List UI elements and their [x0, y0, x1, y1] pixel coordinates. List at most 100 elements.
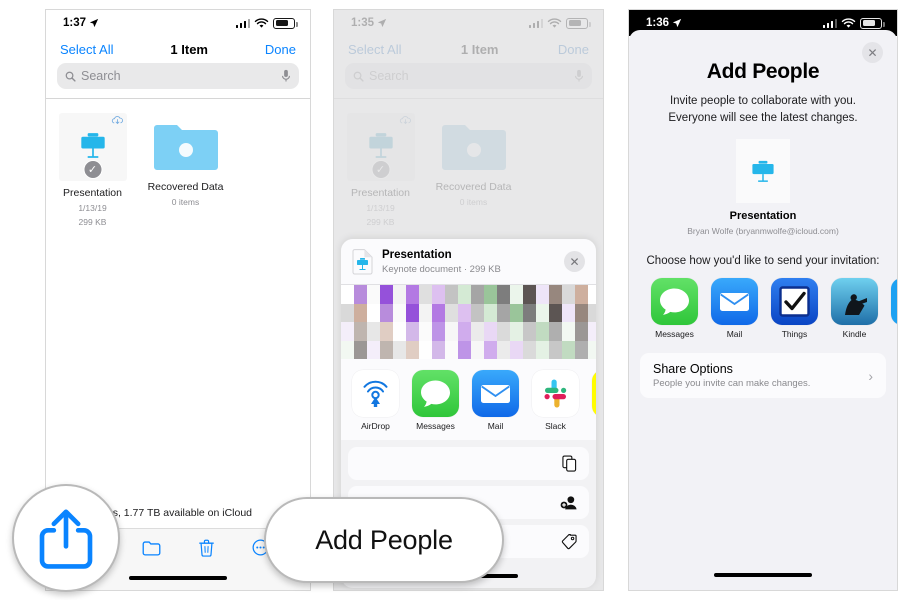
wifi-icon: [254, 17, 269, 28]
app-label: Things: [781, 329, 808, 340]
redacted-pixel-column: [484, 285, 497, 359]
app-label: Messages: [655, 329, 694, 340]
contacts-row-blurred: [341, 285, 596, 359]
redacted-pixel-column: [367, 285, 380, 359]
twitter-icon: [891, 278, 897, 326]
close-icon[interactable]: ✕: [862, 42, 883, 63]
tag-icon: [561, 533, 577, 549]
folder-icon[interactable]: [142, 540, 161, 556]
redacted-pixel-column: [432, 285, 445, 359]
location-arrow-icon: [672, 18, 682, 28]
search-icon: [65, 71, 76, 82]
things-icon: [771, 278, 818, 326]
app-label: Mail: [726, 329, 743, 340]
app-label: Slack: [545, 421, 566, 431]
file-name: Presentation: [63, 187, 122, 199]
invite-app-things[interactable]: Things: [771, 278, 818, 339]
callout-text: Add People: [315, 524, 453, 555]
file-item-presentation[interactable]: ✓ Presentation 1/13/19 299 KB: [46, 113, 139, 229]
keynote-icon: [80, 133, 105, 158]
battery-icon: [860, 17, 885, 29]
status-time: 1:37: [63, 17, 87, 29]
document-name: Presentation: [729, 210, 797, 223]
invitation-app-row: Messages Mail Things Kindle: [629, 267, 897, 339]
redacted-pixel-column: [562, 285, 575, 359]
redacted-pixel-column: [510, 285, 523, 359]
snapchat-icon: [592, 370, 596, 417]
callout-add-people-label: Add People: [264, 497, 504, 583]
app-label: Kindle: [842, 329, 867, 340]
item-count-title: 1 Item: [170, 42, 208, 57]
redacted-pixel-column: [549, 285, 562, 359]
share-doc-subtitle: Keynote document · 299 KB: [382, 264, 501, 275]
messages-icon: [412, 370, 459, 417]
app-label: AirDrop: [361, 421, 390, 431]
keynote-document-icon: [352, 248, 373, 275]
app-label: Mail: [487, 421, 504, 431]
chevron-right-icon: ›: [868, 367, 873, 384]
redacted-pixel-column: [497, 285, 510, 359]
share-app-snapchat[interactable]: Sn: [592, 370, 596, 431]
file-name: Recovered Data: [147, 181, 224, 193]
files-nav-bar: Select All 1 Item Done: [46, 36, 310, 61]
redacted-pixel-column: [575, 285, 588, 359]
file-item-recovered-data[interactable]: Recovered Data 0 items: [139, 113, 232, 229]
document-owner: Bryan Wolfe (bryanmwolfe@icloud.com): [687, 226, 839, 237]
icloud-download-icon: [111, 116, 123, 125]
status-time: 1:36: [646, 17, 670, 29]
phone-screen-add-people: 1:36 ✕ Add People Invite people to colla…: [628, 9, 898, 591]
file-thumbnail: ✓: [58, 113, 127, 181]
search-container: Search: [46, 61, 310, 98]
app-label: T: [891, 329, 897, 339]
redacted-pixel-column: [588, 285, 596, 359]
app-label: Sn: [592, 421, 596, 431]
add-people-icon: [560, 496, 577, 510]
app-label: Messages: [416, 421, 455, 431]
select-all-button[interactable]: Select All: [60, 42, 113, 57]
file-grid: ✓ Presentation 1/13/19 299 KB Recovered …: [46, 99, 310, 229]
close-icon[interactable]: ✕: [564, 251, 585, 273]
share-app-messages[interactable]: Messages: [412, 370, 459, 431]
trash-icon[interactable]: [199, 539, 214, 557]
slack-icon: [532, 370, 579, 417]
search-placeholder: Search: [81, 69, 121, 83]
invite-app-twitter[interactable]: T: [891, 278, 897, 339]
battery-icon: [273, 17, 298, 29]
callout-share-button: [12, 484, 120, 592]
screenshot-stage: 1:37 Select All 1 Item Done Search ✓ Pre…: [0, 0, 900, 600]
share-options-row[interactable]: Share Options People you invite can make…: [640, 353, 886, 399]
mail-icon: [472, 370, 519, 417]
share-icon: [39, 509, 93, 569]
redacted-pixel-column: [393, 285, 406, 359]
selected-check-badge: ✓: [83, 160, 102, 179]
action-row-copy[interactable]: [348, 447, 589, 480]
share-app-airdrop[interactable]: AirDrop: [352, 370, 399, 431]
microphone-icon[interactable]: [281, 69, 291, 83]
redacted-pixel-column: [445, 285, 458, 359]
file-size: 299 KB: [78, 217, 107, 228]
redacted-pixel-column: [536, 285, 549, 359]
share-app-mail[interactable]: Mail: [472, 370, 519, 431]
redacted-pixel-column: [523, 285, 536, 359]
document-thumbnail: [736, 139, 790, 204]
share-app-row: AirDrop Messages Mail Slack: [341, 359, 596, 440]
copy-icon: [562, 455, 577, 472]
invite-app-mail[interactable]: Mail: [711, 278, 758, 339]
share-options-title: Share Options: [653, 362, 733, 377]
file-date: 1/13/19: [78, 202, 107, 213]
redacted-pixel-column: [471, 285, 484, 359]
share-app-slack[interactable]: Slack: [532, 370, 579, 431]
search-input[interactable]: Search: [57, 63, 299, 89]
cellular-signal-icon: [822, 18, 837, 28]
share-sheet-header: Presentation Keynote document · 299 KB ✕: [341, 239, 596, 284]
modal-description: Invite people to collaborate with you. E…: [668, 95, 858, 124]
folder-thumbnail: [152, 120, 220, 174]
mail-icon: [711, 278, 758, 326]
redacted-pixel-column: [419, 285, 432, 359]
invite-app-messages[interactable]: Messages: [651, 278, 698, 339]
done-button[interactable]: Done: [265, 42, 296, 57]
add-people-modal: ✕ Add People Invite people to collaborat…: [629, 30, 897, 590]
share-doc-title: Presentation: [382, 249, 452, 262]
choose-method-label: Choose how you'd like to send your invit…: [646, 255, 880, 268]
invite-app-kindle[interactable]: Kindle: [831, 278, 878, 339]
